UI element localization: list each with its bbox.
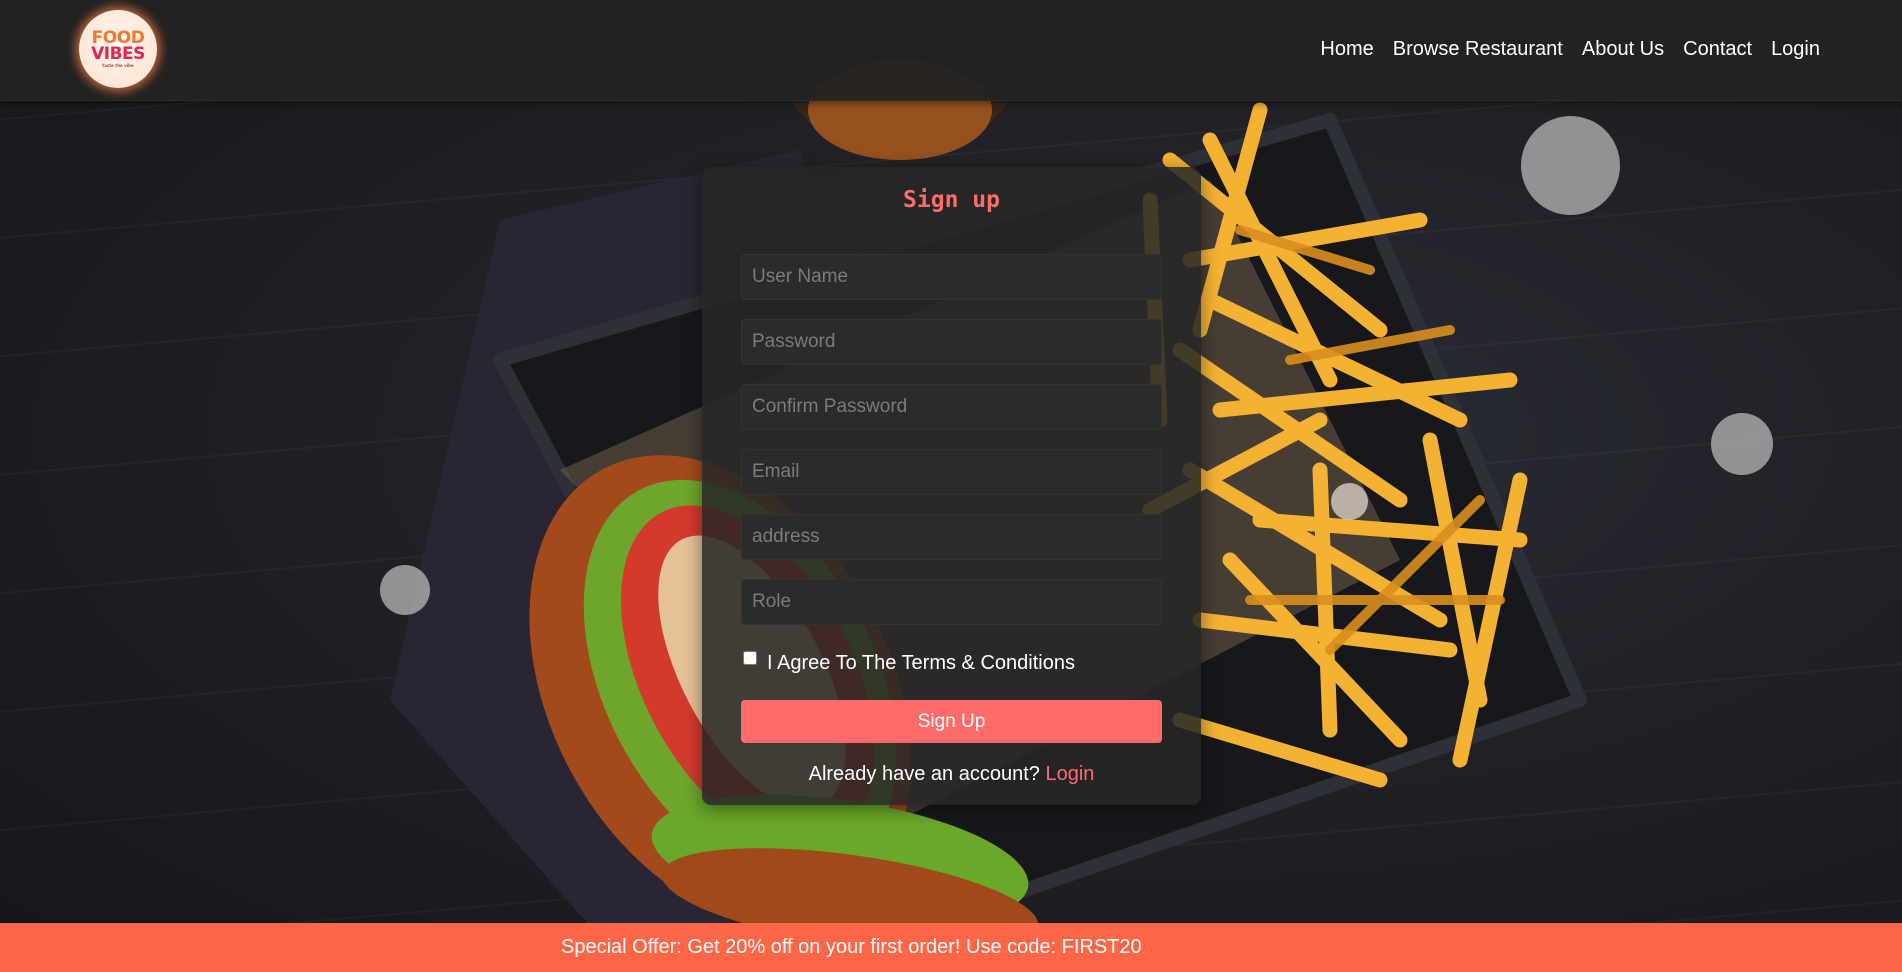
username-input[interactable] xyxy=(741,254,1162,300)
nav-login[interactable]: Login xyxy=(1771,38,1820,61)
login-prompt: Already have an account? Login xyxy=(702,763,1201,786)
login-prompt-text: Already have an account? xyxy=(808,763,1040,785)
site-header: FOOD VIBES taste the vibe Home Browse Re… xyxy=(0,0,1902,101)
logo-text-vibes: VIBES xyxy=(91,44,145,65)
nav-browse-restaurant[interactable]: Browse Restaurant xyxy=(1393,38,1563,61)
decorative-bubble xyxy=(1521,116,1620,215)
food-vibes-logo[interactable]: FOOD VIBES taste the vibe xyxy=(79,10,157,88)
nav-home[interactable]: Home xyxy=(1320,38,1373,61)
logo-tagline: taste the vibe xyxy=(102,63,134,69)
main-nav: Home Browse Restaurant About Us Contact … xyxy=(1320,38,1820,61)
special-offer-text: Special Offer: Get 20% off on your first… xyxy=(561,936,1142,958)
special-offer-bar: Special Offer: Get 20% off on your first… xyxy=(0,923,1902,972)
confirm-password-input[interactable] xyxy=(741,384,1162,430)
signup-button[interactable]: Sign Up xyxy=(741,700,1162,743)
email-input[interactable] xyxy=(741,449,1162,495)
role-input[interactable] xyxy=(741,579,1162,625)
password-input[interactable] xyxy=(741,319,1162,365)
decorative-bubble xyxy=(1711,413,1773,475)
decorative-bubble xyxy=(1331,483,1368,520)
nav-contact[interactable]: Contact xyxy=(1683,38,1752,61)
signup-card: Sign up I Agree To The Terms & Condition… xyxy=(702,167,1201,805)
terms-agreement[interactable]: I Agree To The Terms & Conditions xyxy=(741,643,1075,675)
decorative-bubble xyxy=(380,565,430,615)
terms-label: I Agree To The Terms & Conditions xyxy=(767,652,1075,674)
terms-checkbox[interactable] xyxy=(743,651,757,665)
login-link[interactable]: Login xyxy=(1045,763,1094,785)
address-input[interactable] xyxy=(741,514,1162,560)
nav-about-us[interactable]: About Us xyxy=(1582,38,1664,61)
signup-title: Sign up xyxy=(903,187,1000,213)
